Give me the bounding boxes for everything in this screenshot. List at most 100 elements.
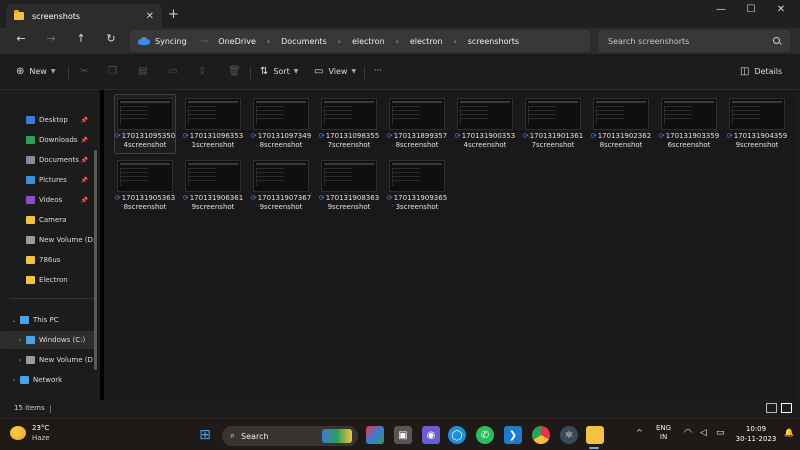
chrome-icon[interactable]	[532, 426, 550, 444]
cortana-icon[interactable]: ◯	[448, 426, 466, 444]
sidebar-item-videos[interactable]: Videos 📌	[0, 191, 96, 209]
breadcrumb-chevron-icon[interactable]: ›	[396, 37, 399, 46]
search-input[interactable]: Search screenshorts	[608, 37, 773, 46]
weather-widget[interactable]: 23°C Haze	[10, 423, 50, 443]
onedrive-cloud-icon	[138, 36, 150, 46]
breadcrumb-chevron-icon[interactable]: ›	[267, 37, 270, 46]
file-item[interactable]: ⟳170131900353 4screenshot	[452, 92, 516, 154]
sidebar-item-desktop[interactable]: Desktop 📌	[0, 111, 96, 129]
volume-icon[interactable]: ◁	[700, 428, 707, 438]
sidebar-item-new-volume-d[interactable]: New Volume (D:	[0, 231, 96, 249]
details-view-icon[interactable]	[766, 403, 777, 413]
breadcrumb-chevron-icon[interactable]: ›	[338, 37, 341, 46]
file-item[interactable]: ⟳170131905363 8screenshot	[112, 154, 176, 216]
language-indicator[interactable]: ENG IN	[656, 424, 671, 442]
sidebar-item-windows-c[interactable]: › Windows (C:)	[0, 331, 96, 349]
breadcrumb-overflow[interactable]: ···	[201, 37, 209, 46]
details-button[interactable]: ◫ Details	[740, 66, 782, 77]
sidebar-item-camera[interactable]: Camera	[0, 211, 96, 229]
sidebar-item-label: Videos	[39, 196, 63, 204]
sidebar-item-pictures[interactable]: Pictures 📌	[0, 171, 96, 189]
content-scrollbar[interactable]	[794, 90, 800, 400]
file-item[interactable]: ⟳170131899357 8screenshot	[384, 92, 448, 154]
chevron-right-icon[interactable]: ›	[14, 337, 26, 344]
breadcrumb-current[interactable]: screenshorts	[468, 37, 519, 46]
sidebar-item-documents[interactable]: Documents 📌	[0, 151, 96, 169]
file-name-line2: 7screenshot	[327, 141, 371, 149]
file-item[interactable]: ⟳170131907367 9screenshot	[248, 154, 312, 216]
file-item[interactable]: ⟳170131095350 4screenshot	[112, 92, 176, 154]
sync-pending-icon: ⟳	[318, 194, 325, 202]
battery-icon[interactable]: ▭	[716, 428, 725, 438]
new-button[interactable]: ⊕ New ▼	[16, 66, 55, 77]
forward-button[interactable]: →	[42, 32, 60, 45]
system-clock[interactable]: 10:09 30-11-2023	[734, 424, 778, 444]
file-name-line1: 170131901361	[529, 132, 584, 140]
file-item[interactable]: ⟳170131098355 7screenshot	[316, 92, 380, 154]
sidebar-item-label: This PC	[33, 316, 59, 324]
file-item[interactable]: ⟳170131909365 3screenshot	[384, 154, 448, 216]
file-name: ⟳170131905363 8screenshot	[112, 194, 178, 212]
new-tab-button[interactable]: +	[168, 7, 179, 22]
sidebar-item-downloads[interactable]: Downloads 📌	[0, 131, 96, 149]
taskbar-search-label: Search	[241, 431, 269, 441]
notifications-icon[interactable]: 🔔	[784, 428, 794, 437]
cut-button[interactable]: ✂	[80, 66, 93, 77]
breadcrumb-documents[interactable]: Documents	[281, 37, 327, 46]
breadcrumb-electron[interactable]: electron	[352, 37, 385, 46]
file-item[interactable]: ⟳170131904359 9screenshot	[724, 92, 788, 154]
file-item[interactable]: ⟳170131906361 9screenshot	[180, 154, 244, 216]
copy-button[interactable]: ❐	[108, 66, 122, 77]
vscode-icon[interactable]: ❯	[504, 426, 522, 444]
large-icons-view-icon[interactable]	[781, 403, 792, 413]
sidebar-item-786us[interactable]: 786us	[0, 251, 96, 269]
delete-button[interactable]: 🗑	[228, 66, 246, 77]
sort-button[interactable]: ⇅ Sort ▼	[260, 66, 298, 77]
chevron-down-icon[interactable]: ⌄	[8, 317, 20, 324]
whatsapp-icon[interactable]: ✆	[476, 426, 494, 444]
minimize-button[interactable]: —	[706, 4, 736, 15]
up-button[interactable]: ↑	[72, 32, 90, 45]
pin-icon: 📌	[80, 116, 88, 124]
copilot-icon[interactable]	[366, 426, 384, 444]
address-bar[interactable]: Syncing ··· OneDrive › Documents › elect…	[130, 30, 590, 52]
task-view-icon[interactable]: ▣	[394, 426, 412, 444]
breadcrumb-onedrive[interactable]: OneDrive	[218, 37, 256, 46]
view-button[interactable]: ▭ View ▼	[314, 66, 356, 77]
sidebar-item-electron[interactable]: Electron	[0, 271, 96, 289]
wifi-icon[interactable]: ◠	[684, 428, 692, 438]
file-item[interactable]: ⟳170131903359 6screenshot	[656, 92, 720, 154]
breadcrumb-electron-sub[interactable]: electron	[410, 37, 443, 46]
search-box[interactable]: Search screenshorts	[598, 30, 790, 52]
back-button[interactable]: ←	[12, 32, 30, 45]
sidebar-item-this-pc[interactable]: ⌄ This PC	[0, 311, 96, 329]
file-name: ⟳170131903359 6screenshot	[656, 132, 722, 150]
breadcrumb-chevron-icon[interactable]: ›	[454, 37, 457, 46]
chevron-right-icon[interactable]: ›	[8, 377, 20, 384]
sidebar-scrollbar[interactable]	[94, 150, 97, 370]
taskbar-search[interactable]: ⌕ Search	[222, 426, 358, 446]
file-item[interactable]: ⟳170131096353 1screenshot	[180, 92, 244, 154]
teams-icon[interactable]: ◉	[422, 426, 440, 444]
file-item[interactable]: ⟳170131908363 9screenshot	[316, 154, 380, 216]
windows-start-icon[interactable]: ⊞	[196, 426, 214, 444]
refresh-button[interactable]: ↻	[102, 32, 120, 45]
electron-app-icon[interactable]: ⚛	[560, 426, 578, 444]
sync-pending-icon: ⟳	[454, 132, 461, 140]
rename-button[interactable]: ▭	[168, 66, 182, 77]
tray-overflow-icon[interactable]: ^	[636, 428, 643, 437]
tab-screenshorts[interactable]: screenshots ✕	[6, 4, 162, 28]
sidebar-item-new-volume[interactable]: › New Volume (D	[0, 351, 96, 369]
file-item[interactable]: ⟳170131901361 7screenshot	[520, 92, 584, 154]
more-options-button[interactable]: ···	[374, 66, 382, 75]
sidebar-item-network[interactable]: › Network	[0, 371, 96, 389]
close-tab-icon[interactable]: ✕	[146, 11, 154, 22]
file-item[interactable]: ⟳170131902362 8screenshot	[588, 92, 652, 154]
paste-button[interactable]: ▤	[138, 66, 152, 77]
share-button[interactable]: ⇪	[198, 66, 211, 77]
maximize-button[interactable]: ☐	[736, 4, 766, 15]
file-explorer-icon[interactable]	[586, 426, 604, 444]
chevron-right-icon[interactable]: ›	[14, 357, 26, 364]
file-item[interactable]: ⟳170131097349 8screenshot	[248, 92, 312, 154]
close-window-button[interactable]: ✕	[766, 4, 796, 15]
